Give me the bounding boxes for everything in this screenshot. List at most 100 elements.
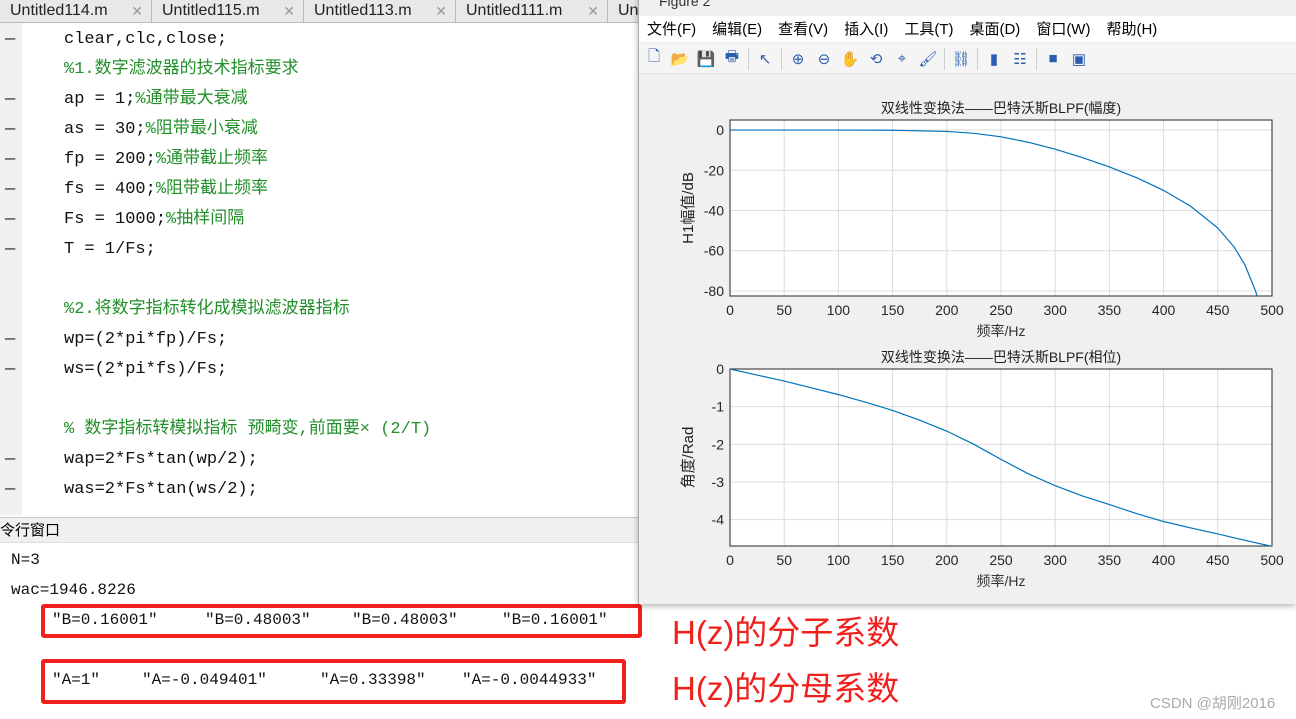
editor-tabs: Untitled114.m ✕ Untitled115.m ✕ Untitled113.… xyxy=(0,0,760,23)
x-tick-label: 100 xyxy=(827,302,851,318)
code-line: — ap = 1;%通带最大衰减 xyxy=(0,85,638,115)
code: wp=(2*pi*fp)/Fs; xyxy=(64,330,228,349)
breakpoint-marker[interactable]: — xyxy=(5,25,17,55)
code: fs = 400; xyxy=(64,180,156,199)
code-line: % 数字指标转模拟指标 预畸变,前面要× (2/T) xyxy=(0,415,638,445)
code-line: — wp=(2*pi*fp)/Fs; xyxy=(0,325,638,355)
y-tick-label: -2 xyxy=(712,436,725,452)
code-line: — was=2*Fs*tan(ws/2); xyxy=(0,475,638,505)
tab-file[interactable]: Untitled115.m ✕ xyxy=(152,0,304,23)
code-line: — clear,clc,close; xyxy=(0,25,638,55)
code: wap=2*Fs*tan(wp/2); xyxy=(64,450,258,469)
code: as = 30; xyxy=(64,120,146,139)
code-line: — as = 30;%阻带最小衰减 xyxy=(0,115,638,145)
code: T = 1/Fs; xyxy=(64,240,156,259)
x-tick-label: 450 xyxy=(1206,302,1230,318)
code-line: — fp = 200;%通带截止频率 xyxy=(0,145,638,175)
tab-label: Untitled113.m xyxy=(314,2,412,19)
x-axis-label: 频率/Hz xyxy=(977,323,1026,339)
x-tick-label: 250 xyxy=(989,302,1013,318)
denominator-coefficient: "A=0.33398" xyxy=(320,671,426,689)
breakpoint-marker[interactable]: — xyxy=(5,325,17,355)
breakpoint-marker[interactable]: — xyxy=(5,115,17,145)
numerator-coefficient: "B=0.16001" xyxy=(502,611,608,629)
breakpoint-marker[interactable]: — xyxy=(5,235,17,265)
x-tick-label: 500 xyxy=(1260,302,1284,318)
output-n: N=3 xyxy=(11,551,40,569)
x-tick-label: 500 xyxy=(1260,552,1284,568)
comment: %阻带最小衰减 xyxy=(145,120,258,139)
tab-label: Untitled111.m xyxy=(466,2,563,19)
comment: %通带截止频率 xyxy=(155,150,269,169)
tab-file[interactable]: Untitled111.m ✕ xyxy=(456,0,608,23)
comment: % 数字指标转模拟指标 预畸变,前面要× (2/T) xyxy=(64,420,432,439)
code-line: — T = 1/Fs; xyxy=(0,235,638,265)
code-line: — wap=2*Fs*tan(wp/2); xyxy=(0,445,638,475)
x-tick-label: 300 xyxy=(1044,302,1068,318)
x-tick-label: 250 xyxy=(989,552,1013,568)
code-text: T = 1/Fs; xyxy=(64,235,156,265)
breakpoint-marker[interactable]: — xyxy=(5,145,17,175)
code-text: as = 30;%阻带最小衰减 xyxy=(64,115,258,145)
close-tab-icon[interactable]: ✕ xyxy=(283,0,295,22)
y-tick-label: 0 xyxy=(716,122,724,138)
y-tick-label: -4 xyxy=(712,512,725,528)
x-tick-label: 350 xyxy=(1098,302,1122,318)
close-tab-icon[interactable]: ✕ xyxy=(587,0,599,22)
code-text: fp = 200;%通带截止频率 xyxy=(64,145,268,175)
x-tick-label: 150 xyxy=(881,302,905,318)
x-tick-label: 200 xyxy=(935,552,959,568)
tab-file[interactable]: Untitled113.m ✕ xyxy=(304,0,456,23)
breakpoint-marker[interactable]: — xyxy=(5,85,17,115)
axes-2: 0 50 100 150 200 250 300 350 400 450 500 0 -1 -2 -3 -4 双… xyxy=(680,349,1284,589)
numerator-annotation: H(z)的分子系数 xyxy=(672,614,900,651)
axes-1: 0 50 100 150 200 250 300 350 400 450 500 0 -20 -40 -60… xyxy=(680,100,1284,339)
denominator-coefficient: "A=-0.0044933" xyxy=(462,671,597,689)
y-tick-label: -40 xyxy=(704,203,724,219)
code-text: % 数字指标转模拟指标 预畸变,前面要× (2/T) xyxy=(64,415,431,445)
close-tab-icon[interactable]: ✕ xyxy=(435,0,447,22)
code-line: — Fs = 1000;%抽样间隔 xyxy=(0,205,638,235)
denominator-coefficient: "A=-0.049401" xyxy=(142,671,267,689)
comment: %2.将数字指标转化成模拟滤波器指标 xyxy=(64,300,350,319)
code-text: %2.将数字指标转化成模拟滤波器指标 xyxy=(64,295,350,325)
breakpoint-marker[interactable]: — xyxy=(5,355,17,385)
x-tick-label: 300 xyxy=(1044,552,1068,568)
code: Fs = 1000; xyxy=(64,210,167,229)
x-tick-label: 50 xyxy=(776,302,792,318)
x-tick-label: 150 xyxy=(881,552,905,568)
watermark: CSDN @胡刚2016 xyxy=(1150,695,1276,712)
comment: %1.数字滤波器的技术指标要求 xyxy=(64,60,299,79)
x-tick-label: 350 xyxy=(1098,552,1122,568)
y-axis-label: 角度/Rad xyxy=(680,427,697,489)
denominator-annotation: H(z)的分母系数 xyxy=(672,670,900,707)
breakpoint-marker[interactable]: — xyxy=(5,175,17,205)
code-line: — ws=(2*pi*fs)/Fs; xyxy=(0,355,638,385)
numerator-coefficient: "B=0.16001" xyxy=(52,611,158,629)
x-tick-label: 400 xyxy=(1152,302,1176,318)
y-tick-label: -60 xyxy=(704,243,724,259)
x-axis-label: 频率/Hz xyxy=(977,573,1026,589)
y-tick-label: -80 xyxy=(704,283,724,299)
command-window-header: 令行窗口 xyxy=(0,517,638,543)
comment: %通带最大衰减 xyxy=(135,90,248,109)
code-text: fs = 400;%阻带截止频率 xyxy=(64,175,268,205)
code-editor[interactable]: — clear,clc,close; %1.数字滤波器的技术指标要求 — ap = 1;… xyxy=(0,23,638,515)
x-tick-label: 50 xyxy=(776,552,792,568)
tab-file[interactable]: Untitled114.m ✕ xyxy=(0,0,152,23)
code-text: ws=(2*pi*fs)/Fs; xyxy=(64,355,227,385)
plots: 0 50 100 150 200 250 300 350 400 450 5000-20-40-60… xyxy=(680,100,1284,589)
code-text: %1.数字滤波器的技术指标要求 xyxy=(64,55,299,85)
y-tick-label: -20 xyxy=(704,162,724,178)
code-text: wp=(2*pi*fp)/Fs; xyxy=(64,325,227,355)
y-tick-label: 0 xyxy=(716,361,724,377)
code-text: Fs = 1000;%抽样间隔 xyxy=(64,205,244,235)
output-wac: wac=1946.8226 xyxy=(11,581,136,599)
breakpoint-marker[interactable]: — xyxy=(5,205,17,235)
breakpoint-marker[interactable]: — xyxy=(5,475,17,505)
x-tick-label: 0 xyxy=(726,552,734,568)
close-tab-icon[interactable]: ✕ xyxy=(131,0,143,22)
breakpoint-marker[interactable]: — xyxy=(5,445,17,475)
